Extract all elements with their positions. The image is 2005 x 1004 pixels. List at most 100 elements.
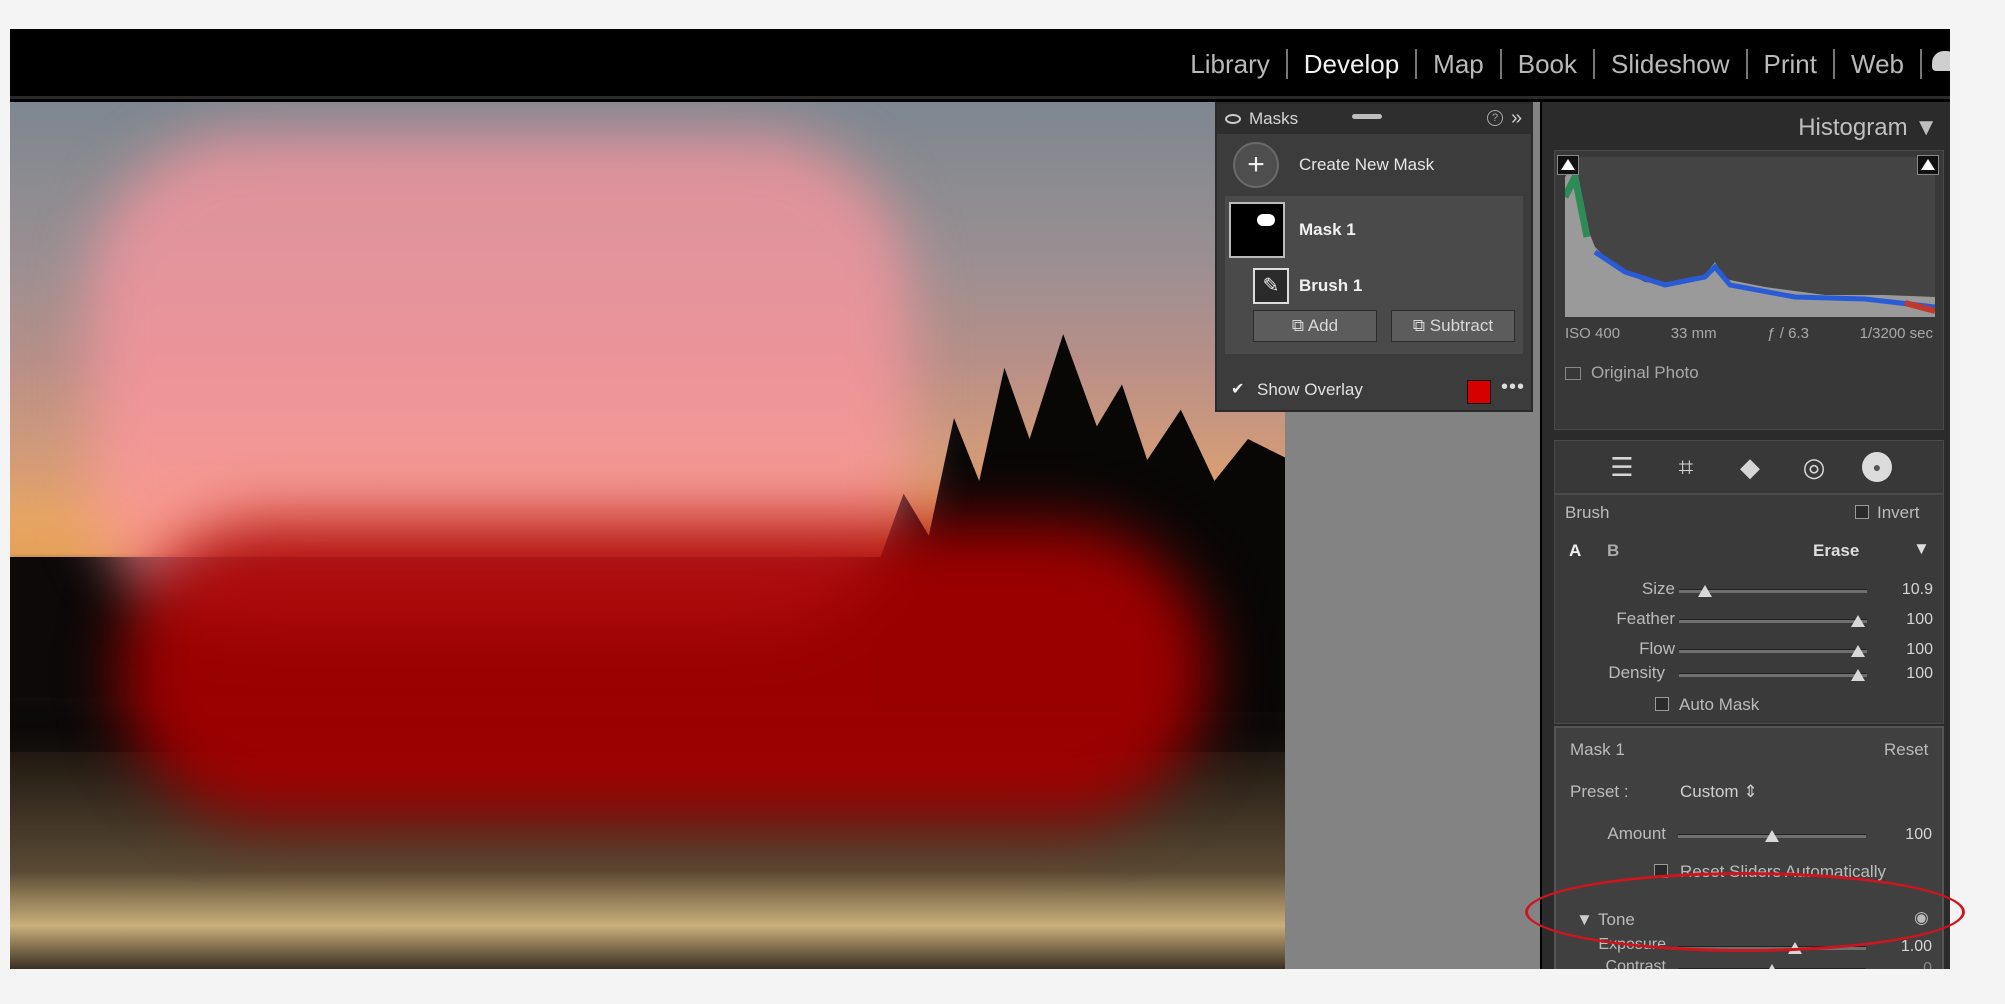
focal-length: 33 mm <box>1670 325 1717 342</box>
size-slider-thumb[interactable] <box>1698 585 1713 597</box>
shutter-speed: 1/3200 sec <box>1859 325 1933 342</box>
auto-mask-checkbox[interactable] <box>1655 697 1669 711</box>
module-slideshow[interactable]: Slideshow <box>1595 49 1748 79</box>
preset-label: Preset : <box>1570 782 1629 801</box>
mask-thumbnail[interactable] <box>1229 202 1285 258</box>
mask-settings-title: Mask 1 <box>1570 740 1625 759</box>
original-photo-toggle[interactable]: Original Photo <box>1565 363 1699 383</box>
density-slider-thumb[interactable] <box>1850 669 1865 681</box>
density-value[interactable]: 100 <box>1883 665 1933 683</box>
healing-eraser-icon[interactable]: ◆ <box>1734 451 1766 483</box>
auto-mask-label: Auto Mask <box>1679 695 1760 714</box>
module-print[interactable]: Print <box>1748 49 1835 79</box>
invert-label: Invert <box>1877 503 1920 522</box>
flow-slider[interactable] <box>1679 649 1867 653</box>
histogram-graph[interactable] <box>1561 157 1936 317</box>
add-button[interactable]: ⧉ Add <box>1253 310 1377 342</box>
module-library[interactable]: Library <box>1174 49 1288 79</box>
masks-panel: Masks ? » + Create New Mask Mask 1 ✎ Bru… <box>1215 102 1533 412</box>
flow-label: Flow <box>1639 639 1675 658</box>
subtract-button[interactable]: ⧉ Subtract <box>1391 310 1515 342</box>
add-label: Add <box>1307 316 1339 335</box>
subtract-icon: ⧉ <box>1412 316 1430 335</box>
original-photo-checkbox[interactable] <box>1565 366 1581 380</box>
mask-name[interactable]: Mask 1 <box>1299 220 1356 240</box>
drag-handle[interactable] <box>1352 114 1382 119</box>
contrast-value[interactable]: 0 <box>1882 960 1932 969</box>
histogram-header[interactable]: Histogram ▼ <box>1542 102 1950 150</box>
module-picker: Library Develop Map Book Slideshow Print… <box>1174 29 1922 99</box>
tool-strip: ☰ ⌗ ◆ ◎ ● <box>1554 440 1944 494</box>
histogram-title: Histogram <box>1798 114 1908 141</box>
density-label: Density <box>1608 663 1665 682</box>
show-overlay-checkbox[interactable]: ✔ <box>1231 382 1245 398</box>
module-map[interactable]: Map <box>1417 49 1502 79</box>
iso-value: ISO 400 <box>1565 325 1621 342</box>
plus-icon: + <box>1233 142 1279 188</box>
add-icon: ⧉ <box>1291 316 1308 335</box>
photo-canvas[interactable] <box>10 102 1285 969</box>
feather-slider[interactable] <box>1679 619 1867 623</box>
reset-button[interactable]: Reset <box>1884 740 1928 760</box>
amount-slider-thumb[interactable] <box>1765 830 1779 842</box>
red-eye-icon[interactable]: ◎ <box>1798 451 1830 483</box>
preset-dropdown[interactable]: Custom ⇕ <box>1680 782 1758 802</box>
overlay-color-swatch[interactable] <box>1467 380 1491 404</box>
more-options-icon[interactable]: ••• <box>1501 376 1525 399</box>
invert-checkbox[interactable] <box>1855 505 1869 519</box>
exif-info: ISO 400 33 mm ƒ / 6.3 1/3200 sec <box>1555 325 1943 342</box>
feather-slider-thumb[interactable] <box>1850 615 1865 627</box>
module-web[interactable]: Web <box>1835 49 1922 79</box>
module-bar: Library Develop Map Book Slideshow Print… <box>10 29 1950 99</box>
histogram-box: ISO 400 33 mm ƒ / 6.3 1/3200 sec Origina… <box>1554 150 1944 430</box>
contrast-label: Contrast <box>1605 958 1666 969</box>
feather-value[interactable]: 100 <box>1883 611 1933 629</box>
crop-icon[interactable]: ⌗ <box>1670 451 1702 483</box>
module-develop[interactable]: Develop <box>1288 49 1418 79</box>
masks-panel-header[interactable]: Masks ? » <box>1217 104 1531 134</box>
annotation-ellipse <box>1525 872 1965 952</box>
aperture-value: ƒ / 6.3 <box>1767 325 1809 342</box>
show-overlay-label: Show Overlay <box>1257 380 1363 399</box>
feather-label: Feather <box>1616 609 1675 628</box>
help-icon[interactable]: ? <box>1487 110 1503 126</box>
brush-section: Brush Invert A B Erase ▼ Size 10.9 Feath… <box>1554 494 1944 724</box>
mask-overlay-red <box>120 522 1210 822</box>
masks-title: Masks <box>1249 109 1299 128</box>
create-new-mask-label: Create New Mask <box>1299 155 1435 174</box>
original-photo-label: Original Photo <box>1591 363 1699 382</box>
cloud-icon[interactable] <box>1932 51 1950 71</box>
size-value[interactable]: 10.9 <box>1883 581 1933 599</box>
collapse-triangle-icon: ▼ <box>1914 114 1938 141</box>
create-new-mask-button[interactable]: + Create New Mask <box>1217 134 1531 196</box>
updown-chevron-icon: ⇕ <box>1743 782 1758 801</box>
contrast-slider-thumb[interactable] <box>1765 964 1779 969</box>
brush-title: Brush <box>1565 503 1610 522</box>
amount-label: Amount <box>1607 824 1666 843</box>
size-label: Size <box>1641 579 1675 598</box>
flow-value[interactable]: 100 <box>1883 641 1933 659</box>
highlight-clipping-icon[interactable] <box>1917 155 1939 175</box>
edit-sliders-icon[interactable]: ☰ <box>1606 451 1638 483</box>
flow-slider-thumb[interactable] <box>1850 645 1865 657</box>
brush-name[interactable]: Brush 1 <box>1299 276 1362 296</box>
histogram-curve <box>1561 166 1936 317</box>
app-window: Library Develop Map Book Slideshow Print… <box>10 29 1950 969</box>
preset-value: Custom <box>1680 782 1739 801</box>
right-panel: Histogram ▼ ISO 400 33 mm ƒ / 6.3 1/3200… <box>1542 102 1950 969</box>
amount-value[interactable]: 100 <box>1882 826 1932 844</box>
erase-tab[interactable]: Erase <box>1813 541 1859 561</box>
brush-menu-icon[interactable]: ▼ <box>1913 539 1930 559</box>
density-slider[interactable] <box>1679 673 1867 677</box>
eye-icon[interactable] <box>1225 114 1241 124</box>
masking-icon[interactable]: ● <box>1862 452 1892 482</box>
shadow-clipping-icon[interactable] <box>1557 155 1579 175</box>
brush-thumbnail-icon[interactable]: ✎ <box>1253 268 1289 304</box>
mask-list: Mask 1 ✎ Brush 1 ⧉ Add ⧉ Subtract <box>1225 196 1523 354</box>
subtract-label: Subtract <box>1429 316 1494 335</box>
show-overlay-row: ✔ Show Overlay ••• <box>1217 370 1533 410</box>
brush-a-tab[interactable]: A <box>1569 541 1581 561</box>
collapse-icon[interactable]: » <box>1511 107 1522 130</box>
brush-b-tab[interactable]: B <box>1607 541 1619 561</box>
module-book[interactable]: Book <box>1502 49 1596 79</box>
